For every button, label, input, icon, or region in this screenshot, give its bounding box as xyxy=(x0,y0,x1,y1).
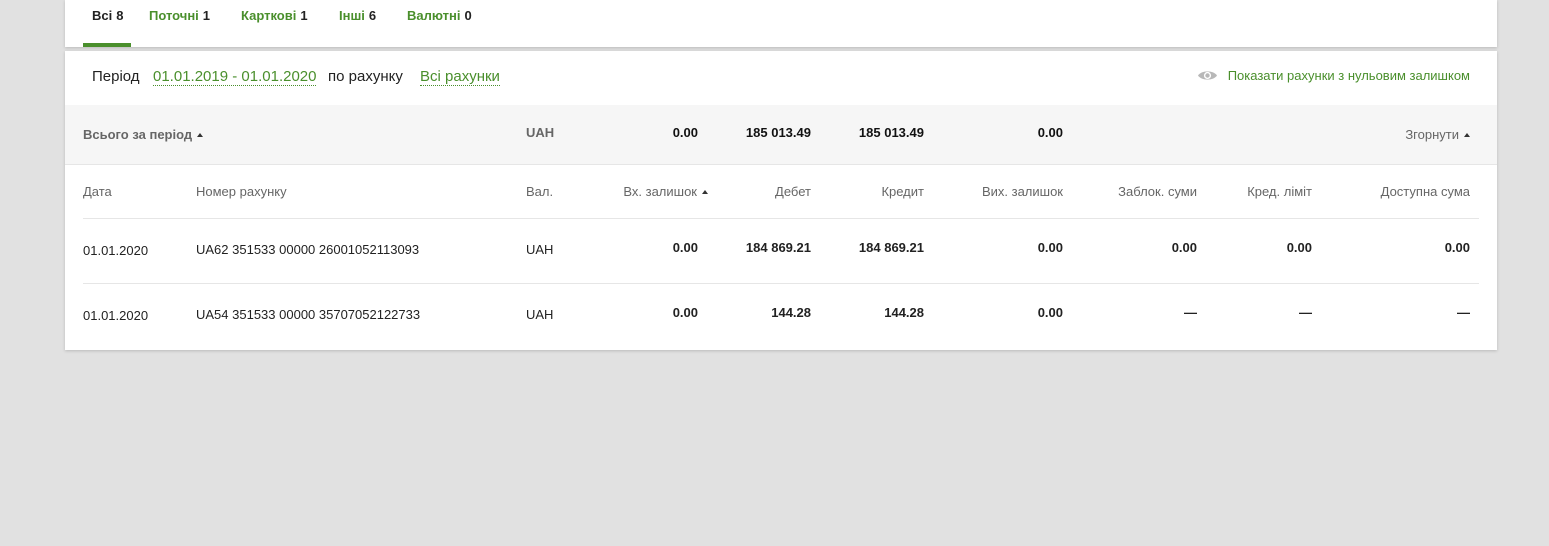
show-zero-balance-label: Показати рахунки з нульовим залишком xyxy=(1227,68,1470,83)
col-date[interactable]: Дата xyxy=(83,184,112,199)
total-opening: 0.00 xyxy=(672,125,698,140)
row-currency: UAH xyxy=(526,307,554,322)
tab-current[interactable]: Поточні 1 xyxy=(149,8,210,47)
active-tab-indicator xyxy=(83,43,131,47)
total-credit: 185 013.49 xyxy=(858,125,924,140)
col-credit[interactable]: Кредит xyxy=(881,184,924,199)
tab-card[interactable]: Карткові 1 xyxy=(241,8,308,47)
row-blocked: — xyxy=(1184,305,1197,320)
row-opening: 0.00 xyxy=(672,240,698,255)
total-closing: 0.00 xyxy=(1037,125,1063,140)
col-debit[interactable]: Дебет xyxy=(775,184,811,199)
row-credit: 184 869.21 xyxy=(858,240,924,255)
row-credit-limit: — xyxy=(1299,305,1312,320)
tab-current-count: 1 xyxy=(202,8,211,23)
row-date: 01.01.2020 xyxy=(83,308,149,323)
tab-other[interactable]: Інші 6 xyxy=(339,8,376,47)
sort-asc-icon xyxy=(702,189,708,194)
period-label: Період xyxy=(92,68,140,85)
period-total-toggle[interactable]: Всього за період xyxy=(83,127,204,142)
row-account: UA54 351533 00000 35707052122733 xyxy=(196,307,421,322)
row-date: 01.01.2020 xyxy=(83,243,149,258)
col-blocked[interactable]: Заблок. суми xyxy=(1118,184,1197,199)
col-opening: Вх. залишок xyxy=(623,184,697,199)
filter-bar: Період 01.01.2019 - 01.01.2020 по рахунк… xyxy=(65,51,1497,105)
tab-other-count: 6 xyxy=(368,8,377,23)
row-blocked: 0.00 xyxy=(1171,240,1197,255)
row-debit: 184 869.21 xyxy=(745,240,811,255)
row-opening: 0.00 xyxy=(672,305,698,320)
col-currency[interactable]: Вал. xyxy=(526,184,553,199)
tab-all-label: Всі xyxy=(92,8,113,23)
eye-icon xyxy=(1197,71,1217,80)
collapse-label: Згорнути xyxy=(1405,127,1459,142)
row-debit: 144.28 xyxy=(771,305,811,320)
row-closing: 0.00 xyxy=(1037,240,1063,255)
row-account: UA62 351533 00000 26001052113093 xyxy=(196,242,420,257)
col-available[interactable]: Доступна сума xyxy=(1381,184,1470,199)
row-closing: 0.00 xyxy=(1037,305,1063,320)
tab-all-count: 8 xyxy=(116,8,124,23)
row-available: 0.00 xyxy=(1444,240,1470,255)
row-credit-limit: 0.00 xyxy=(1286,240,1312,255)
tab-all[interactable]: Всі 8 xyxy=(92,8,123,47)
tab-currency-count: 0 xyxy=(464,8,472,23)
tab-card-label: Карткові xyxy=(241,8,297,23)
table-header: Дата Номер рахунку Вал. Вх. залишок Дебе… xyxy=(65,164,1497,218)
total-debit: 185 013.49 xyxy=(745,125,811,140)
account-type-tabs: Всі 8 Поточні 1 Карткові 1 Інші 6 Валютні 0 xyxy=(65,0,1497,47)
col-closing[interactable]: Вих. залишок xyxy=(982,184,1063,199)
account-selector[interactable]: Всі рахунки xyxy=(420,68,500,86)
col-account[interactable]: Номер рахунку xyxy=(196,184,287,199)
sort-asc-icon xyxy=(197,132,204,137)
period-total-row: Всього за період UAH 0.00 185 013.49 185… xyxy=(65,105,1497,165)
row-credit: 144.28 xyxy=(884,305,924,320)
col-credit-limit[interactable]: Кред. ліміт xyxy=(1247,184,1312,199)
tab-other-label: Інші xyxy=(339,8,365,23)
total-currency: UAH xyxy=(526,125,555,140)
tab-current-label: Поточні xyxy=(149,8,199,23)
col-opening-sort[interactable]: Вх. залишок xyxy=(623,184,708,199)
chevron-up-icon xyxy=(1464,132,1470,137)
tab-card-count: 1 xyxy=(300,8,308,23)
show-zero-balance-toggle[interactable]: Показати рахунки з нульовим залишком xyxy=(1197,68,1470,83)
tab-currency[interactable]: Валютні 0 xyxy=(407,8,472,47)
table-row[interactable]: 01.01.2020 UA54 351533 00000 35707052122… xyxy=(65,284,1497,348)
account-label: по рахунку xyxy=(328,68,403,85)
collapse-button[interactable]: Згорнути xyxy=(1405,127,1470,142)
period-selector[interactable]: 01.01.2019 - 01.01.2020 xyxy=(153,68,317,86)
table-row[interactable]: 01.01.2020 UA62 351533 00000 26001052113… xyxy=(65,219,1497,283)
statement-panel: Період 01.01.2019 - 01.01.2020 по рахунк… xyxy=(65,51,1497,350)
tab-currency-label: Валютні xyxy=(407,8,461,23)
row-currency: UAH xyxy=(526,242,554,257)
row-available: — xyxy=(1457,305,1470,320)
period-total-label: Всього за період xyxy=(83,127,193,142)
